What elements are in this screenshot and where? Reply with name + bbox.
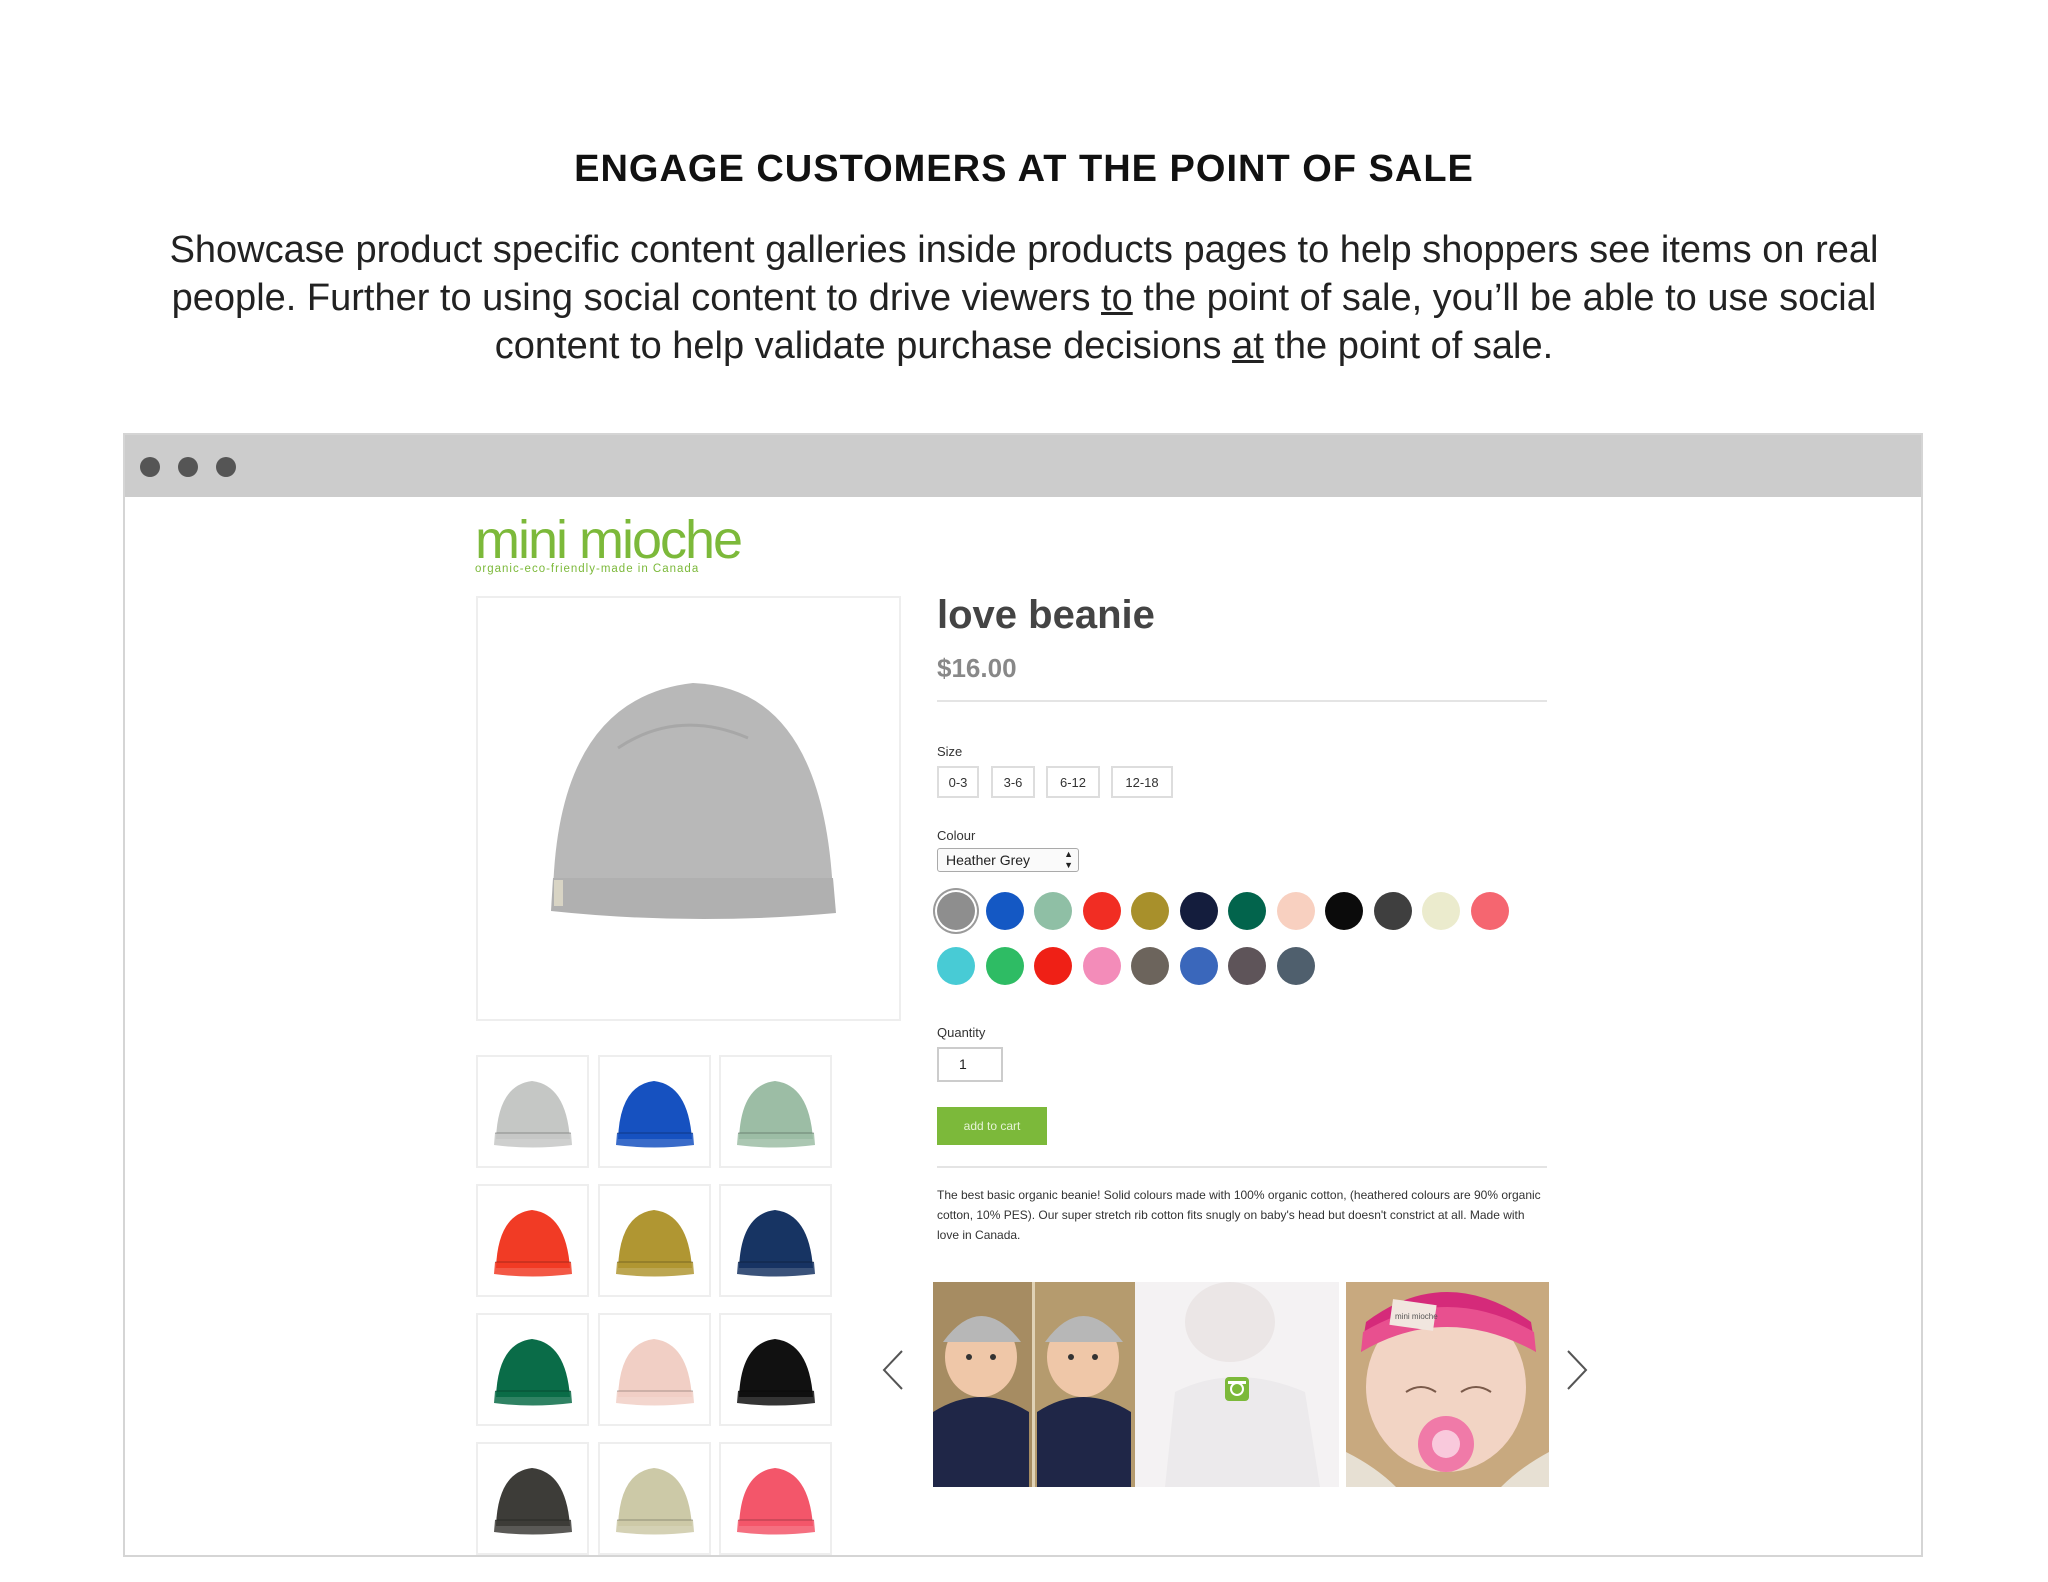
size-option[interactable]: 12-18 xyxy=(1111,766,1173,798)
divider xyxy=(937,1166,1547,1168)
browser-titlebar xyxy=(125,435,1921,497)
colour-select-value: Heather Grey xyxy=(946,852,1031,868)
product-thumbnail[interactable] xyxy=(598,1055,711,1168)
gallery-prev-arrow-icon[interactable] xyxy=(880,1347,906,1393)
beanie-thumbnail-image xyxy=(494,1081,572,1148)
product-thumbnail[interactable] xyxy=(476,1313,589,1426)
beanie-thumbnail-image xyxy=(494,1468,572,1535)
logo-wordmark: mini mioche xyxy=(475,510,743,570)
size-option[interactable]: 0-3 xyxy=(937,766,979,798)
beanie-thumbnail-image xyxy=(494,1210,572,1277)
twin-babies-photo xyxy=(933,1282,1136,1487)
baby-pacifier-photo: mini mioche xyxy=(1346,1282,1549,1487)
colour-select[interactable]: Heather Grey ▲ ▼ xyxy=(937,848,1079,872)
hat-tag-label: mini mioche xyxy=(1395,1312,1438,1321)
faded-baby-photo xyxy=(1135,1282,1339,1487)
colour-swatch[interactable] xyxy=(1179,947,1218,985)
colour-swatch[interactable] xyxy=(1131,892,1169,930)
colour-swatch[interactable] xyxy=(1276,892,1315,930)
product-thumbnail[interactable] xyxy=(719,1313,832,1426)
product-thumbnail[interactable] xyxy=(719,1442,832,1555)
store-logo[interactable]: mini mioche organic-eco-friendly-made in… xyxy=(475,510,743,575)
beanie-thumbnail-image xyxy=(494,1339,572,1406)
product-thumbnail[interactable] xyxy=(476,1442,589,1555)
beanie-thumbnail-image xyxy=(737,1210,815,1277)
quantity-input[interactable]: 1 xyxy=(937,1047,1003,1082)
product-thumbnail[interactable] xyxy=(598,1184,711,1297)
beanie-thumbnail-image xyxy=(737,1081,815,1148)
colour-swatch[interactable] xyxy=(1179,892,1218,930)
beanie-thumbnail-image xyxy=(616,1210,694,1277)
colour-swatch[interactable] xyxy=(1422,892,1460,930)
colour-swatch[interactable] xyxy=(1228,947,1266,985)
quantity-label: Quantity xyxy=(937,1025,986,1040)
size-option[interactable]: 3-6 xyxy=(991,766,1035,798)
colour-swatch[interactable] xyxy=(1228,892,1266,930)
colour-swatch[interactable] xyxy=(1082,947,1121,985)
colour-swatch[interactable] xyxy=(1131,947,1169,985)
beanie-thumbnail-image xyxy=(737,1468,815,1535)
product-thumbnail[interactable] xyxy=(719,1184,832,1297)
beanie-main-image xyxy=(551,683,836,920)
colour-swatch[interactable] xyxy=(937,947,975,985)
social-photo[interactable]: mini mioche xyxy=(1346,1282,1549,1487)
size-label: Size xyxy=(937,744,963,759)
colour-swatch[interactable] xyxy=(1034,947,1072,985)
colour-swatch[interactable] xyxy=(1276,947,1315,985)
intro-emphasis-at: at xyxy=(1232,325,1264,367)
intro-emphasis-to: to xyxy=(1101,277,1133,319)
gallery-next-arrow-icon[interactable] xyxy=(1564,1347,1590,1393)
product-thumbnail[interactable] xyxy=(476,1055,589,1168)
beanie-thumbnail-image xyxy=(616,1081,694,1148)
divider xyxy=(937,700,1547,702)
window-dot-close[interactable] xyxy=(140,457,160,477)
product-description: The best basic organic beanie! Solid col… xyxy=(937,1188,1541,1242)
product-thumbnail[interactable] xyxy=(598,1442,711,1555)
size-option[interactable]: 6-12 xyxy=(1046,766,1100,798)
intro-paragraph: Showcase product specific content galler… xyxy=(140,226,1908,370)
window-dot-minimize[interactable] xyxy=(178,457,198,477)
colour-swatch[interactable] xyxy=(1034,892,1072,930)
colour-swatch[interactable] xyxy=(1373,892,1412,930)
main-product-image[interactable] xyxy=(476,596,901,1021)
colour-swatch[interactable] xyxy=(937,892,975,930)
product-name: love beanie xyxy=(937,593,1155,637)
colour-swatch[interactable] xyxy=(985,947,1024,985)
browser-window: mini mioche organic-eco-friendly-made in… xyxy=(123,433,1923,1557)
window-dot-maximize[interactable] xyxy=(216,457,236,477)
product-thumbnail[interactable] xyxy=(719,1055,832,1168)
beanie-thumbnail-image xyxy=(737,1339,815,1406)
page-headline: ENGAGE CUSTOMERS AT THE POINT OF SALE xyxy=(574,148,1474,190)
select-arrows-icon: ▲ ▼ xyxy=(1064,849,1073,870)
social-photo[interactable] xyxy=(1135,1282,1339,1487)
product-price: $16.00 xyxy=(937,653,1017,683)
colour-swatch[interactable] xyxy=(1470,892,1509,930)
social-photo[interactable] xyxy=(933,1282,1136,1487)
beanie-thumbnail-image xyxy=(616,1468,694,1535)
product-thumbnail[interactable] xyxy=(476,1184,589,1297)
colour-swatch[interactable] xyxy=(1082,892,1121,930)
add-to-cart-button[interactable]: add to cart xyxy=(937,1107,1047,1145)
beanie-thumbnail-image xyxy=(616,1339,694,1406)
intro-text-3: the point of sale. xyxy=(1263,325,1554,367)
colour-swatch[interactable] xyxy=(985,892,1024,930)
colour-swatch[interactable] xyxy=(1325,892,1363,930)
product-thumbnail[interactable] xyxy=(598,1313,711,1426)
colour-label: Colour xyxy=(937,828,976,843)
